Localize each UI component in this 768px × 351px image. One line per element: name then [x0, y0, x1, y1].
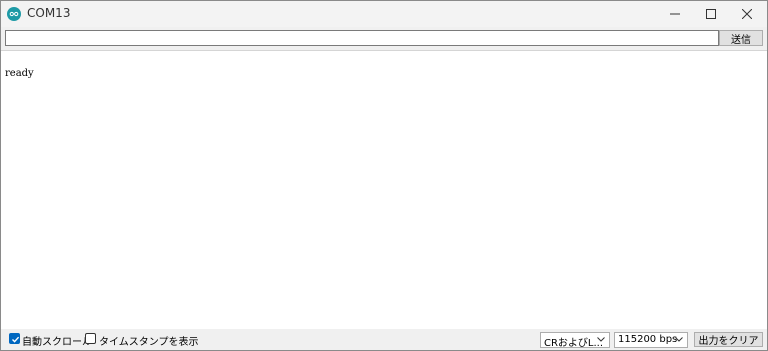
arduino-icon — [7, 7, 21, 21]
timestamp-label[interactable]: タイムスタンプを表示 — [99, 333, 199, 348]
checkmark-icon — [12, 336, 20, 343]
baud-rate-value: 115200 bps — [618, 334, 678, 345]
chevron-down-icon — [597, 337, 605, 342]
close-icon — [742, 9, 752, 19]
title-bar: COM13 — [1, 1, 767, 27]
minimize-button[interactable] — [659, 1, 691, 27]
clear-output-button[interactable]: 出力をクリア — [694, 332, 763, 347]
window-title: COM13 — [27, 6, 71, 20]
maximize-button[interactable] — [695, 1, 727, 27]
serial-monitor-window: COM13 送信 ready 自動スクロール タイムスタンプを表示 CRおよびL… — [0, 0, 768, 351]
maximize-icon — [706, 9, 716, 19]
line-ending-value: CRおよびL... — [544, 338, 604, 349]
send-button[interactable]: 送信 — [719, 30, 763, 46]
minimize-icon — [670, 13, 680, 15]
timestamp-checkbox[interactable] — [85, 333, 96, 344]
serial-output-text: ready — [5, 68, 34, 79]
autoscroll-label[interactable]: 自動スクロール — [22, 333, 92, 348]
baud-rate-select[interactable]: 115200 bps — [614, 332, 688, 348]
line-ending-select[interactable]: CRおよびL... — [540, 332, 610, 349]
autoscroll-checkbox[interactable] — [9, 333, 20, 344]
close-button[interactable] — [731, 1, 763, 27]
chevron-down-icon — [675, 337, 683, 342]
send-input[interactable] — [5, 30, 719, 46]
serial-output-area[interactable]: ready — [1, 50, 767, 330]
status-bar: 自動スクロール タイムスタンプを表示 CRおよびL... 115200 bps … — [1, 329, 767, 350]
